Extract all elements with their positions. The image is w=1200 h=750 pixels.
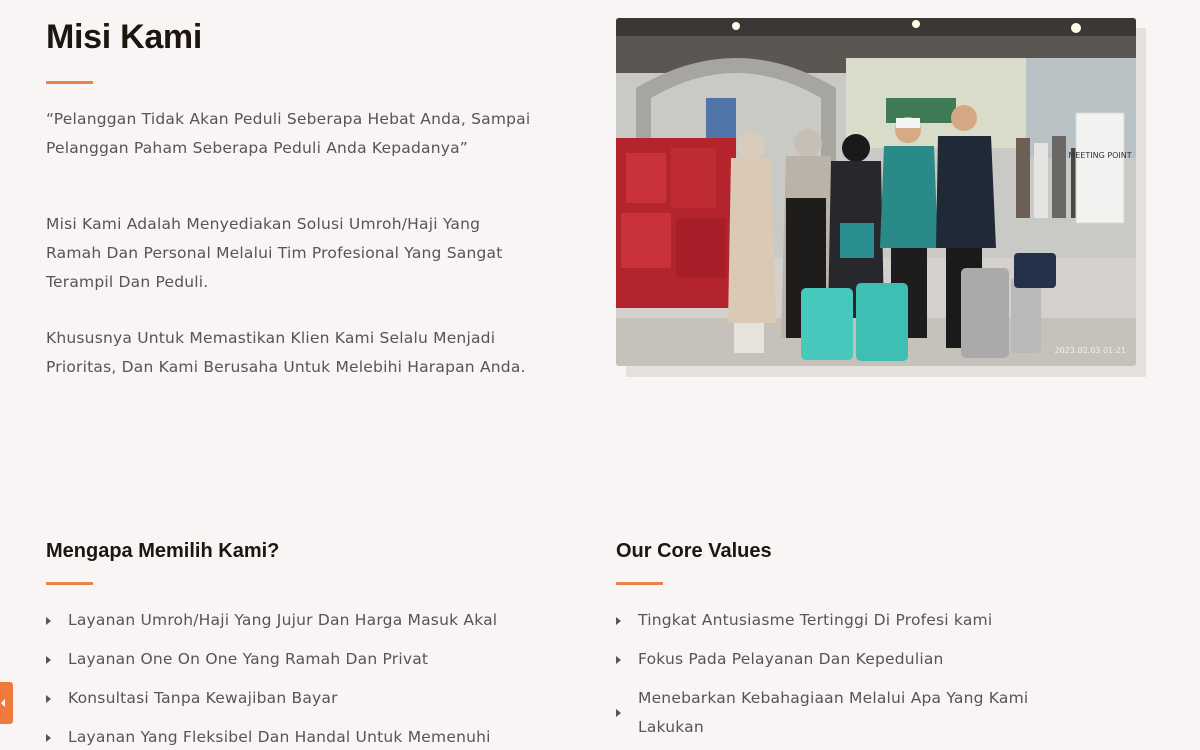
group-photo: MEETING POINT 2023.02.03 01:21 <box>616 18 1136 366</box>
caret-right-icon <box>616 616 621 625</box>
list-item: Tingkat Antusiasme Tertinggi Di Profesi … <box>616 606 1046 635</box>
list-item-text: Konsultasi Tanpa Kewajiban Bayar <box>68 689 338 707</box>
caret-right-icon <box>46 655 51 664</box>
list-item: Layanan Umroh/Haji Yang Jujur Dan Harga … <box>46 606 516 635</box>
why-us-title: Mengapa Memilih Kami? <box>46 540 280 562</box>
why-us-title-underline <box>46 582 93 585</box>
caret-right-icon <box>616 709 621 717</box>
core-values-list: Tingkat Antusiasme Tertinggi Di Profesi … <box>616 606 1046 750</box>
list-item-text: Tingkat Antusiasme Tertinggi Di Profesi … <box>638 611 993 629</box>
caret-right-icon <box>46 616 51 625</box>
banner-text: MEETING POINT <box>1068 151 1131 160</box>
page: Misi Kami “Pelanggan Tidak Akan Peduli S… <box>0 0 1200 750</box>
photo-timestamp: 2023.02.03 01:21 <box>1055 346 1126 355</box>
list-item-text: Layanan Umroh/Haji Yang Jujur Dan Harga … <box>68 611 498 629</box>
list-item: Konsultasi Tanpa Kewajiban Bayar <box>46 684 516 713</box>
list-item: Fokus Pada Pelayanan Dan Kepedulian <box>616 645 1046 674</box>
core-values-title: Our Core Values <box>616 540 772 562</box>
airport-group-photo-illustration: MEETING POINT 2023.02.03 01:21 <box>616 18 1136 366</box>
mission-title: Misi Kami <box>46 18 203 56</box>
mission-paragraph-1: Misi Kami Adalah Menyediakan Solusi Umro… <box>46 215 503 291</box>
mission-title-underline <box>46 81 93 84</box>
list-item-text: Layanan One On One Yang Ramah Dan Privat <box>68 650 429 668</box>
list-item: Layanan One On One Yang Ramah Dan Privat <box>46 645 516 674</box>
list-item: Layanan Yang Fleksibel Dan Handal Untuk … <box>46 723 516 750</box>
why-us-list: Layanan Umroh/Haji Yang Jujur Dan Harga … <box>46 606 516 750</box>
side-toggle-button[interactable] <box>0 682 13 724</box>
caret-right-icon <box>46 733 51 742</box>
list-item-text: Fokus Pada Pelayanan Dan Kepedulian <box>638 650 944 668</box>
list-item-text: Layanan Yang Fleksibel Dan Handal Untuk … <box>68 728 491 746</box>
list-item-text: Menebarkan Kebahagiaan Melalui Apa Yang … <box>638 689 1029 736</box>
chevron-left-icon <box>1 699 5 707</box>
mission-paragraph-2: Khususnya Untuk Memastikan Klien Kami Se… <box>46 329 526 376</box>
mission-quote: “Pelanggan Tidak Akan Peduli Seberapa He… <box>46 110 531 157</box>
caret-right-icon <box>616 655 621 664</box>
list-item: Menebarkan Kebahagiaan Melalui Apa Yang … <box>616 684 1046 742</box>
core-values-title-underline <box>616 582 663 585</box>
caret-right-icon <box>46 694 51 703</box>
